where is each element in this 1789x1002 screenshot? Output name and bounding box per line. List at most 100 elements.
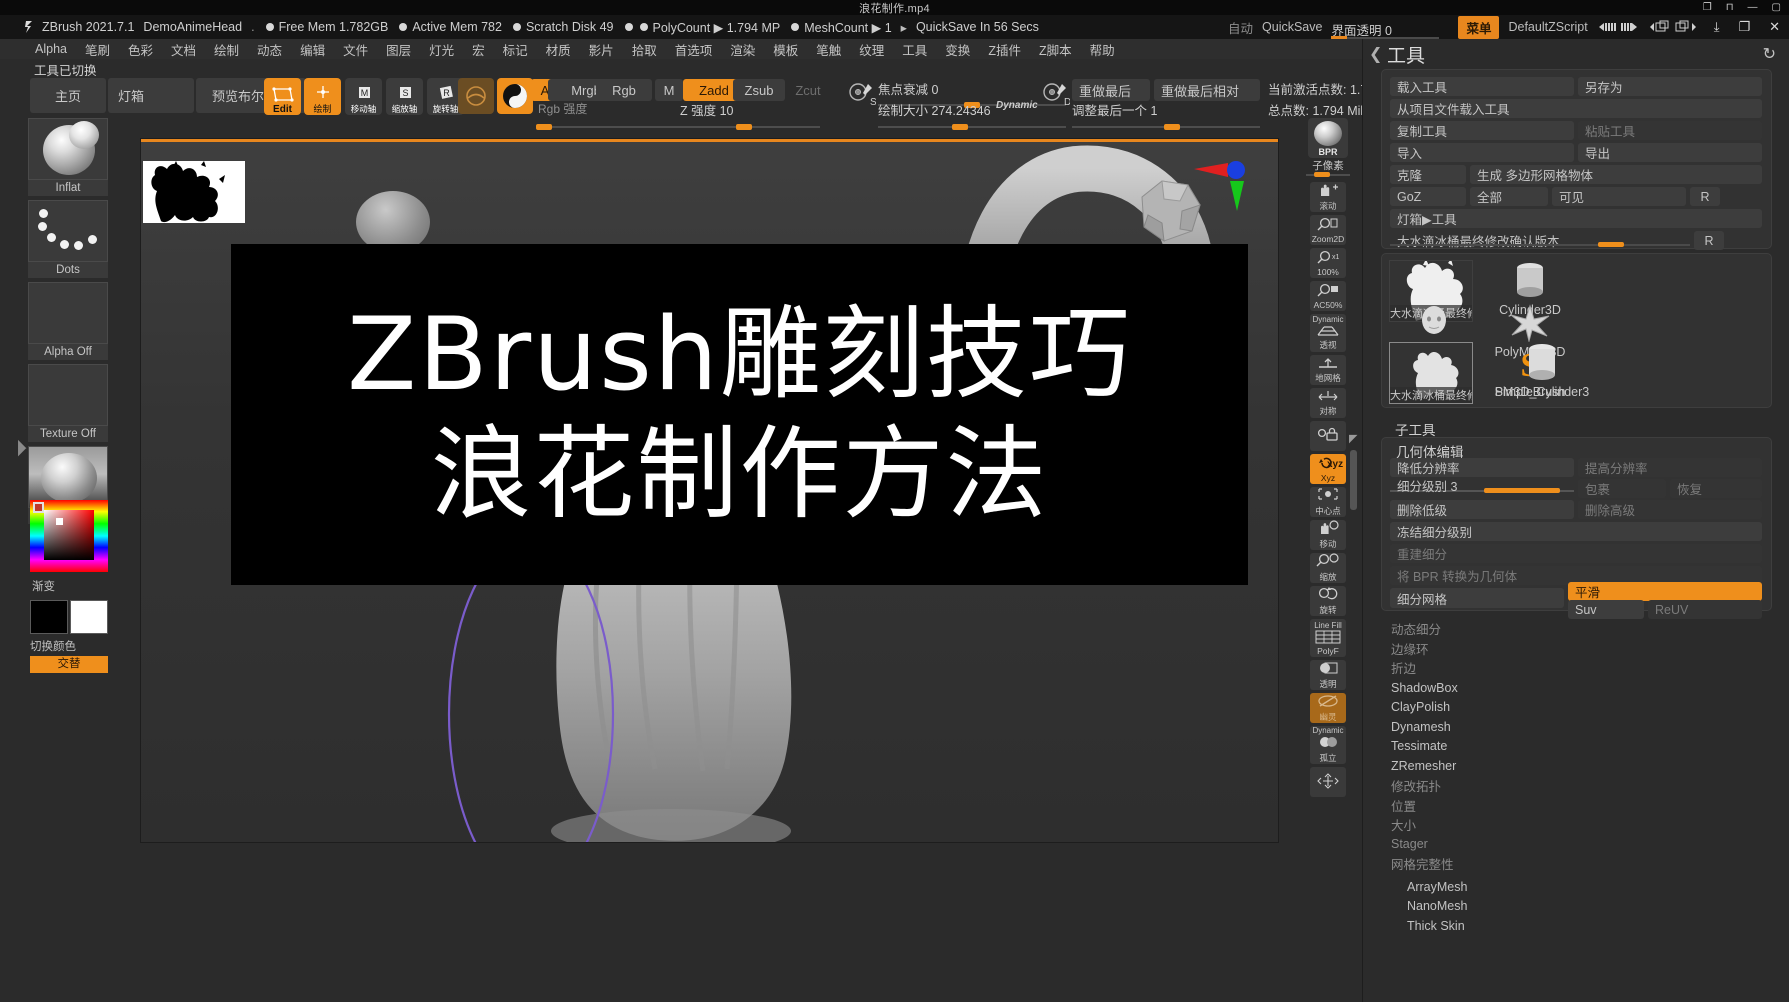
player-restore-icon[interactable]: ❐ — [1703, 2, 1712, 13]
smt-toggle[interactable]: 平滑 — [1568, 582, 1762, 601]
current-tool-slider[interactable] — [1390, 230, 1690, 248]
menu-item-6[interactable]: 编辑 — [291, 39, 334, 60]
viewport-tool-floor-grid-icon[interactable]: 地网格 — [1310, 355, 1346, 385]
goz-r-button[interactable]: R — [1690, 187, 1720, 206]
delete-lower-button[interactable]: 删除低级 — [1390, 500, 1574, 519]
viewport-tool-ghost-icon[interactable]: 幽灵 — [1310, 693, 1346, 723]
viewport-tool-scale-icon[interactable]: 缩放 — [1310, 553, 1346, 583]
menu-item-15[interactable]: 首选项 — [666, 39, 722, 60]
menu-item-13[interactable]: 影片 — [580, 39, 623, 60]
menu-item-3[interactable]: 文档 — [162, 39, 205, 60]
viewport-tool-hand-scroll-icon[interactable]: 滚动 — [1310, 182, 1346, 212]
goz-visible-button[interactable]: 可见 — [1552, 187, 1686, 206]
viewport-tool-symmetry-icon[interactable]: 对称 — [1310, 388, 1346, 418]
tool-section-row[interactable]: 位置 — [1381, 795, 1772, 815]
lightbox-button[interactable]: 灯箱 — [108, 78, 194, 113]
brush-thumbnail[interactable] — [28, 118, 108, 180]
scale-axis-button[interactable]: S 缩放轴 — [386, 78, 423, 115]
import-button[interactable]: 导入 — [1390, 143, 1574, 162]
goz-all-button[interactable]: 全部 — [1470, 187, 1548, 206]
channel-m-toggle[interactable]: M — [655, 79, 683, 101]
viewport-canvas[interactable]: ZBrush雕刻技巧 浪花制作方法 — [140, 138, 1279, 843]
menu-item-9[interactable]: 灯光 — [420, 39, 463, 60]
player-window-controls[interactable]: ❐ ⊓ — ▢ — [1703, 0, 1781, 15]
delete-higher-button[interactable]: 删除高级 — [1578, 500, 1762, 519]
gradient-label[interactable]: 渐变 — [32, 578, 55, 594]
viewport-tool-zoom-2d-icon[interactable]: Zoom2D — [1310, 215, 1346, 245]
menu-item-20[interactable]: 工具 — [893, 39, 936, 60]
menu-item-0[interactable]: Alpha — [26, 41, 76, 57]
panel-back-icon[interactable]: ❮ — [1369, 44, 1382, 64]
viewport-tool-transparency-icon[interactable]: 透明 — [1310, 660, 1346, 690]
viewport-tool-polyframe-icon[interactable]: Line Fill PolyF — [1310, 619, 1346, 657]
menu-item-5[interactable]: 动态 — [248, 39, 291, 60]
texture-thumbnail[interactable] — [28, 364, 108, 426]
viewport-tool-perspective-icon[interactable]: Dynamic 透视 — [1310, 314, 1346, 352]
secondary-color-swatch[interactable] — [70, 600, 108, 634]
menu-item-18[interactable]: 笔触 — [807, 39, 850, 60]
subdivision-level-slider[interactable]: 细分级别 3 — [1390, 476, 1574, 494]
viewport-tool-frame-center-icon[interactable]: 中心点 — [1310, 487, 1346, 517]
tool-section-row[interactable]: NanoMesh — [1381, 897, 1772, 917]
restore-button[interactable]: 恢复 — [1670, 479, 1762, 498]
draw-mode-button[interactable]: 绘制 — [304, 78, 341, 115]
tool-section-row[interactable]: Tessimate — [1381, 737, 1772, 757]
wrap-button[interactable]: 包裹 — [1578, 479, 1666, 498]
home-button[interactable]: 主页 — [30, 78, 106, 113]
menu-item-22[interactable]: Z插件 — [979, 39, 1030, 60]
panel-collapse-arrow[interactable]: ◤ — [1349, 432, 1357, 445]
subpixel-slider[interactable] — [1306, 172, 1350, 178]
make-polymesh3d-button[interactable]: 生成 多边形网格物体 — [1470, 165, 1762, 184]
menu-item-7[interactable]: 文件 — [334, 39, 377, 60]
reset-panel-icon[interactable]: ↻ — [1763, 44, 1776, 64]
menu-item-4[interactable]: 绘制 — [205, 39, 248, 60]
clone-button[interactable]: 克隆 — [1390, 165, 1466, 184]
menu-item-12[interactable]: 材质 — [537, 39, 580, 60]
paste-tool-button[interactable]: 粘贴工具 — [1578, 121, 1762, 140]
menu-item-19[interactable]: 纹理 — [850, 39, 893, 60]
channel-rgb-toggle[interactable]: Rgb — [596, 79, 652, 101]
zsub-toggle[interactable]: Zsub — [733, 79, 785, 101]
tool-section-row[interactable]: Dynamesh — [1381, 717, 1772, 737]
tool-grid-cell-splash-b[interactable]: 大水滴冰桶最终修 — [1389, 342, 1473, 404]
window-layout-icons[interactable] — [1648, 20, 1700, 34]
viewport-tool-move-icon[interactable]: 移动 — [1310, 520, 1346, 550]
quicksave-button[interactable]: QuickSave — [1262, 20, 1322, 34]
viewport-tool-solo-icon[interactable]: Dynamic 孤立 — [1310, 726, 1346, 764]
tool-section-row[interactable]: ArrayMesh — [1381, 877, 1772, 897]
zscript-label[interactable]: DefaultZScript — [1508, 20, 1587, 34]
menu-item-17[interactable]: 模板 — [764, 39, 807, 60]
alpha-thumbnail[interactable] — [28, 282, 108, 344]
draw-size-slider[interactable] — [878, 114, 1066, 132]
menu-item-2[interactable]: 色彩 — [119, 39, 162, 60]
viewport-tool-xpose-icon[interactable] — [1310, 767, 1346, 797]
reuv-toggle[interactable]: ReUV — [1648, 600, 1762, 619]
z-intensity-slider[interactable] — [620, 114, 820, 132]
lower-resolution-button[interactable]: 降低分辨率 — [1390, 458, 1574, 477]
divide-button[interactable]: 细分网格 — [1390, 588, 1564, 608]
current-tool-r-button[interactable]: R — [1694, 231, 1724, 250]
current-color-swatch[interactable] — [33, 502, 44, 513]
copy-tool-button[interactable]: 复制工具 — [1390, 121, 1574, 140]
tool-grid-cell-pm3d-cylinder[interactable]: PM3D_Cylinder3 — [1482, 342, 1602, 399]
zscript-nav-icons[interactable] — [1597, 21, 1639, 33]
reconstruct-subdiv-button[interactable]: 重建细分 — [1390, 544, 1762, 563]
load-from-project-button[interactable]: 从项目文件载入工具 — [1390, 99, 1762, 118]
minimize-to-tray-icon[interactable]: ⤓ — [1709, 19, 1725, 35]
swap-colors-label[interactable]: 切换颜色 — [30, 638, 76, 654]
sidebar-scroll-arrows[interactable]: ◣ ◤ — [18, 439, 26, 458]
suv-toggle[interactable]: Suv — [1568, 600, 1644, 619]
brush-selector[interactable]: Inflat — [28, 118, 108, 196]
move-axis-button[interactable]: M 移动轴 — [345, 78, 382, 115]
material-thumbnail[interactable] — [28, 446, 108, 508]
menu-item-23[interactable]: Z脚本 — [1030, 39, 1081, 60]
save-as-button[interactable]: 另存为 — [1578, 77, 1762, 96]
stroke-thumbnail[interactable] — [28, 200, 108, 262]
tool-section-row[interactable]: Stager — [1381, 835, 1772, 855]
menu-item-24[interactable]: 帮助 — [1081, 39, 1124, 60]
alternate-button[interactable]: 交替 — [30, 656, 108, 673]
stroke-selector[interactable]: Dots — [28, 200, 108, 278]
menu-item-11[interactable]: 标记 — [494, 39, 537, 60]
tool-section-row[interactable]: 网格完整性 — [1381, 854, 1772, 874]
bpr-render-button[interactable]: BPR — [1308, 118, 1348, 158]
